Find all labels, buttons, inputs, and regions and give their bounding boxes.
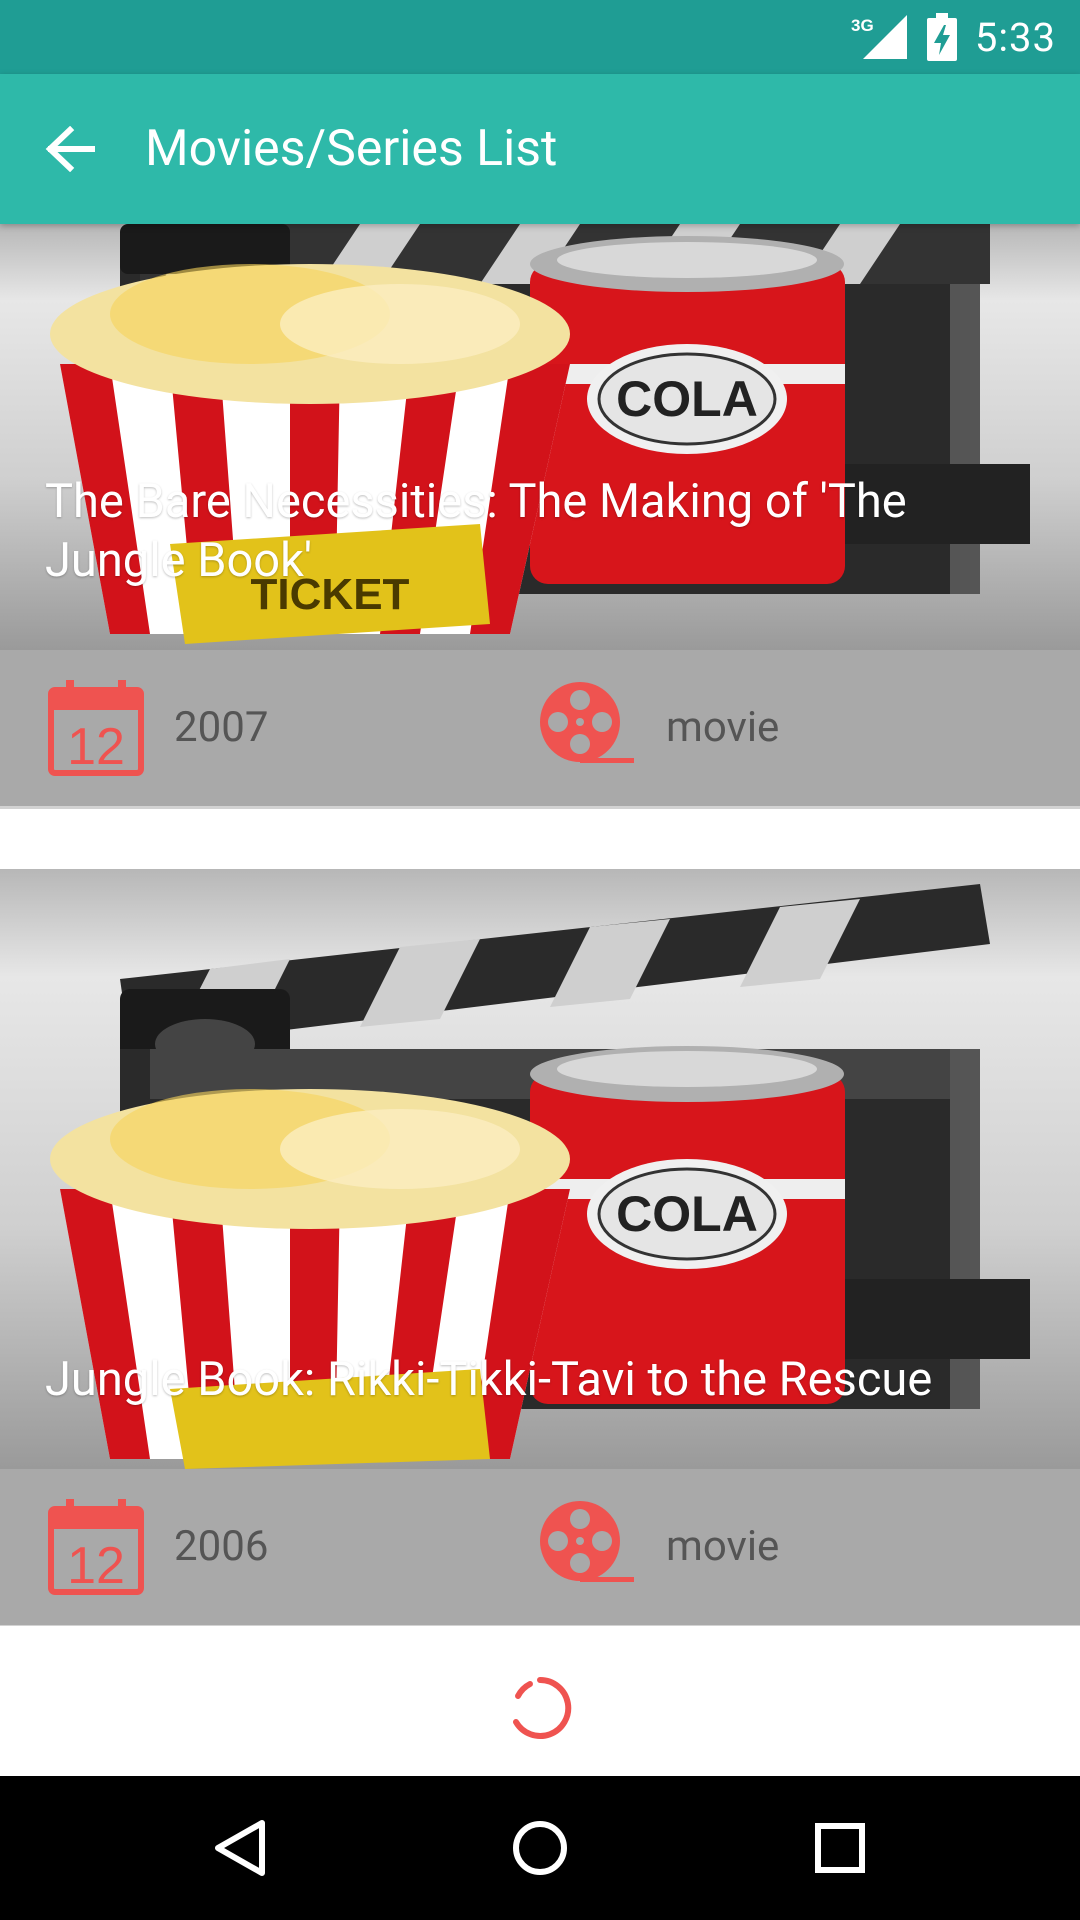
back-button[interactable]: [40, 121, 100, 177]
movie-card[interactable]: COLA TICKET The Bare Necessities: The Ma…: [0, 224, 1080, 809]
back-icon: [215, 1820, 265, 1876]
clock: 5:33: [974, 13, 1056, 61]
movie-card[interactable]: COLA Jungle Book: Rikki-Tikki-Tavi to th…: [0, 869, 1080, 1628]
home-icon: [513, 1821, 567, 1875]
movie-meta: 12 2006 movie: [0, 1469, 1080, 1628]
calendar-icon: 12: [48, 1499, 144, 1595]
svg-text:12: 12: [67, 718, 125, 776]
svg-text:12: 12: [67, 1537, 125, 1595]
nav-home-button[interactable]: [500, 1808, 580, 1888]
film-reel-icon: [540, 1501, 634, 1582]
nav-back-button[interactable]: [200, 1808, 280, 1888]
signal-icon: 3G: [851, 15, 907, 59]
status-icons: 3G 5:33: [851, 0, 1056, 74]
movie-poster: COLA Jungle Book: Rikki-Tikki-Tavi to th…: [0, 869, 1080, 1469]
film-reel-icon: [540, 682, 634, 763]
loading-footer: [0, 1626, 1080, 1776]
movie-poster: COLA TICKET The Bare Necessities: The Ma…: [0, 224, 1080, 650]
status-bar: 3G 5:33: [0, 0, 1080, 74]
battery-charging-icon: [926, 13, 957, 61]
navigation-bar: [0, 1776, 1080, 1920]
network-type-label: 3G: [851, 16, 874, 35]
page-title: Movies/Series List: [145, 120, 558, 178]
movie-title: Jungle Book: Rikki-Tikki-Tavi to the Res…: [45, 1352, 933, 1407]
movie-title: The Bare Necessities: The Making of 'The…: [45, 474, 907, 588]
svg-text:COLA: COLA: [616, 1186, 758, 1242]
movie-type: movie: [666, 703, 780, 752]
movie-list: COLA TICKET The Bare Necessities: The Ma…: [0, 224, 1080, 1628]
movie-meta: 12 2007 movie: [0, 650, 1080, 809]
list-divider: [0, 809, 1080, 869]
arrow-back-icon: [45, 126, 95, 172]
recents-icon: [815, 1823, 865, 1873]
movie-year: 2006: [174, 1522, 269, 1571]
svg-text:COLA: COLA: [616, 371, 758, 427]
app-bar: Movies/Series List: [0, 74, 1080, 224]
calendar-icon: 12: [48, 680, 144, 776]
nav-recents-button[interactable]: [800, 1808, 880, 1888]
movie-type: movie: [666, 1522, 780, 1571]
movie-year: 2007: [174, 703, 269, 752]
loading-spinner-icon: [513, 1676, 572, 1739]
